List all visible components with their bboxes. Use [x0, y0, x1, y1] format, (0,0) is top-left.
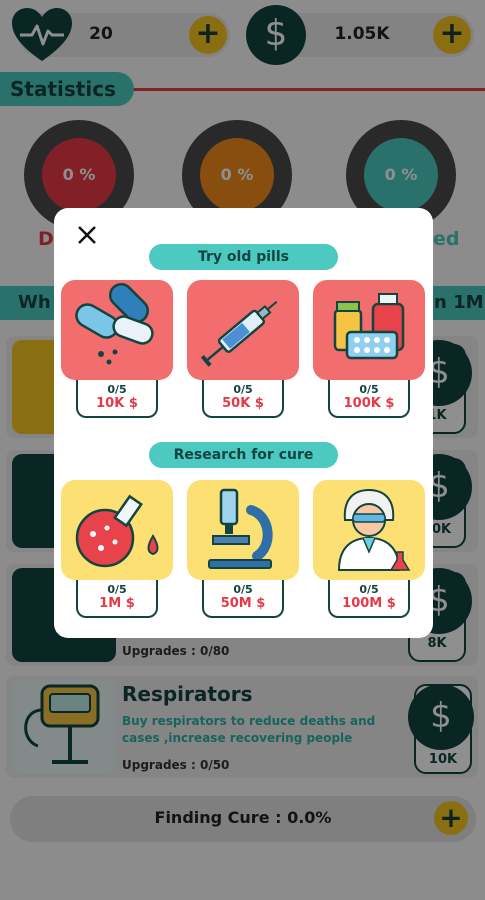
pills-tile[interactable] [61, 280, 173, 380]
scientist-icon [337, 488, 411, 571]
medicine-price-tag: 0/5 100K $ [328, 380, 410, 418]
microscope-tile[interactable] [187, 480, 299, 580]
pills-progress: 0/5 [107, 383, 127, 396]
syringe-progress: 0/5 [233, 383, 253, 396]
medicine-progress: 0/5 [359, 383, 379, 396]
flask-cost: 1M $ [99, 596, 135, 611]
medicine-cost: 100K $ [343, 396, 395, 411]
flask-icon [75, 494, 159, 568]
close-icon[interactable] [74, 222, 100, 248]
flask-tile[interactable] [61, 480, 173, 580]
scientist-progress: 0/5 [359, 583, 379, 596]
pills-price-tag: 0/5 10K $ [76, 380, 158, 418]
scientist-price-tag: 0/5 100M $ [328, 580, 410, 618]
microscope-price-tag: 0/5 50M $ [202, 580, 284, 618]
flask-price-tag: 0/5 1M $ [76, 580, 158, 618]
syringe-tile[interactable] [187, 280, 299, 380]
cure-modal: Try old pills 0/5 10K $ 0/5 50K $ 0/5 10… [54, 208, 433, 638]
medicine-tile[interactable] [313, 280, 425, 380]
scientist-tile[interactable] [313, 480, 425, 580]
pills-cost: 10K $ [96, 396, 138, 411]
section-title-research-for-cure: Research for cure [149, 442, 338, 468]
microscope-cost: 50M $ [220, 596, 266, 611]
syringe-price-tag: 0/5 50K $ [202, 380, 284, 418]
microscope-icon [208, 488, 273, 569]
pills-icon [75, 282, 154, 365]
syringe-cost: 50K $ [222, 396, 264, 411]
medicine-bottles-icon [333, 293, 405, 360]
scientist-cost: 100M $ [342, 596, 396, 611]
microscope-progress: 0/5 [233, 583, 253, 596]
flask-progress: 0/5 [107, 583, 127, 596]
syringe-icon [200, 300, 278, 367]
section-title-try-old-pills: Try old pills [149, 244, 338, 270]
